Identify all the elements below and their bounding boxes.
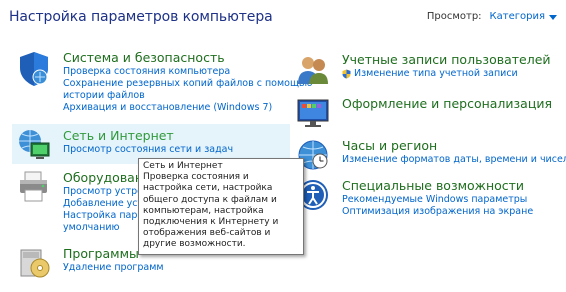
tooltip: Сеть и Интернет Проверка состояния и нас… [138, 158, 304, 255]
view-by: Просмотр: Категория [427, 11, 557, 22]
category-heading[interactable]: Часы и регион [342, 138, 566, 154]
link-archive-restore[interactable]: Архивация и восстановление (Windows 7) [63, 102, 313, 114]
users-icon [296, 52, 330, 86]
shield-icon [17, 50, 51, 86]
view-by-label: Просмотр: [426, 11, 482, 22]
category-heading[interactable]: Сеть и Интернет [63, 128, 233, 144]
link-network-status[interactable]: Просмотр состояния сети и задач [63, 144, 233, 156]
category-heading[interactable]: Специальные возможности [342, 178, 533, 194]
category-heading[interactable]: Оформление и персонализация [342, 96, 552, 112]
page-title: Настройка параметров компьютера [9, 9, 273, 25]
link-uninstall[interactable]: Удаление программ [63, 262, 164, 274]
category-heading[interactable]: Учетные записи пользователей [342, 52, 551, 68]
link-change-account-type[interactable]: Изменение типа учетной записи [342, 68, 551, 80]
monitor-palette-icon [296, 96, 330, 130]
tooltip-title: Сеть и Интернет [143, 161, 223, 171]
link-check-status[interactable]: Проверка состояния компьютера [63, 66, 313, 78]
tooltip-text: Проверка состояния и настройка сети, нас… [143, 172, 279, 250]
link-recommended-settings[interactable]: Рекомендуемые Windows параметры [342, 194, 533, 206]
link-change-formats[interactable]: Изменение форматов даты, времени и чисел [342, 154, 566, 166]
network-globe-icon [17, 128, 51, 162]
link-label: Изменение типа учетной записи [354, 68, 518, 79]
link-backup[interactable]: Сохранение резервных копий файлов с помо… [63, 78, 313, 90]
view-by-dropdown[interactable]: Категория [490, 11, 557, 22]
printer-icon [17, 170, 51, 204]
chevron-down-icon [549, 14, 557, 20]
programs-disk-icon [17, 246, 51, 280]
category-heading[interactable]: Система и безопасность [63, 50, 313, 66]
link-optimize-display[interactable]: Оптимизация изображения на экране [342, 206, 533, 218]
link-backup-cont[interactable]: истории файлов [63, 90, 313, 102]
uac-shield-icon [342, 69, 351, 79]
view-by-value: Категория [489, 11, 545, 22]
